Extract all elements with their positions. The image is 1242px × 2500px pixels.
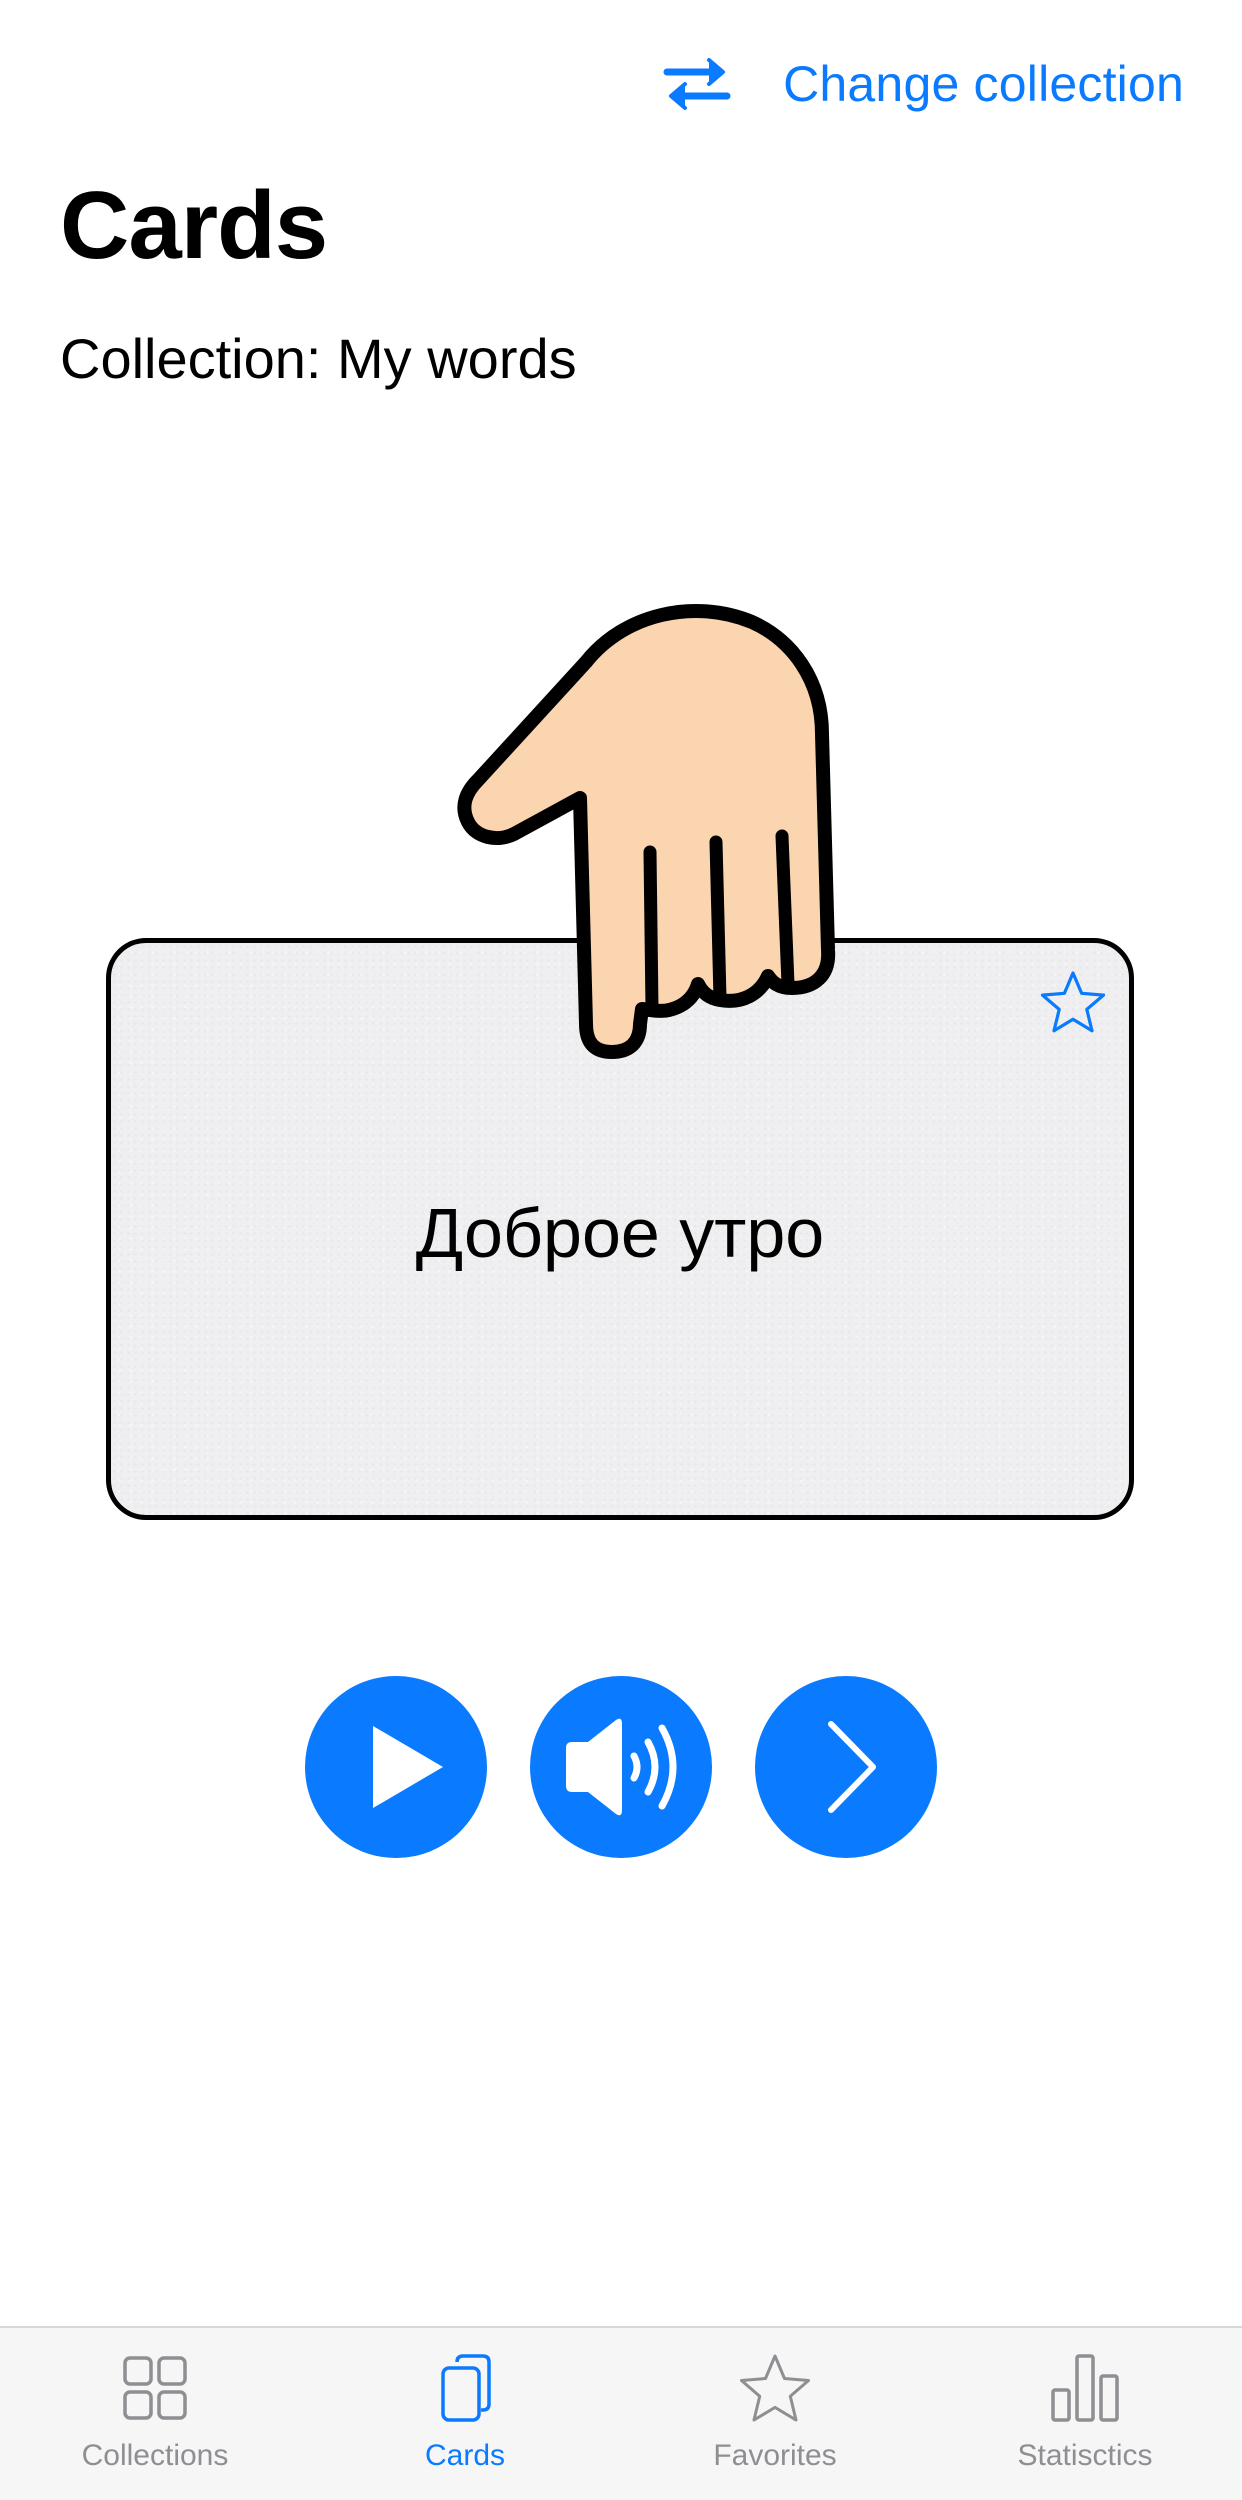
- speaker-icon: [566, 1718, 677, 1816]
- sound-button[interactable]: [530, 1676, 712, 1858]
- tab-favorites-label: Favorites: [713, 2439, 837, 2472]
- change-collection-label: Change collection: [783, 56, 1184, 112]
- page-title: Cards: [60, 172, 328, 279]
- tab-cards[interactable]: Cards: [310, 2328, 620, 2500]
- play-icon: [373, 1726, 443, 1808]
- bar-chart-icon: [1051, 2354, 1119, 2422]
- star-icon: [740, 2354, 810, 2422]
- tab-collections[interactable]: Collections: [0, 2328, 310, 2500]
- tab-cards-label: Cards: [424, 2439, 506, 2472]
- tab-statistics[interactable]: Statisctics: [930, 2328, 1240, 2500]
- tab-collections-label: Collections: [81, 2439, 229, 2472]
- change-collection-button[interactable]: Change collection: [661, 44, 1184, 124]
- grid-icon: [123, 2356, 187, 2420]
- card-word: Доброе утро: [415, 1194, 825, 1272]
- collection-subtitle: Collection: My words: [60, 324, 577, 394]
- collection-name: My words: [337, 327, 577, 390]
- play-button[interactable]: [305, 1676, 487, 1858]
- collection-prefix: Collection:: [60, 327, 322, 390]
- tab-favorites[interactable]: Favorites: [620, 2328, 930, 2500]
- next-button[interactable]: [755, 1676, 937, 1858]
- chevron-right-icon: [828, 1721, 876, 1813]
- swap-arrows-icon: [663, 58, 731, 110]
- cards-icon: [441, 2354, 491, 2422]
- flash-card[interactable]: Доброе утро: [106, 938, 1134, 1520]
- tab-bar: Collections Cards Favorites Statisctics: [0, 2326, 1242, 2500]
- favorite-star-icon[interactable]: [1037, 967, 1109, 1039]
- tab-statistics-label: Statisctics: [1017, 2439, 1153, 2472]
- cards-screen: Change collection Cards Collection: My w…: [0, 0, 1242, 2500]
- card-controls: [305, 1676, 937, 1858]
